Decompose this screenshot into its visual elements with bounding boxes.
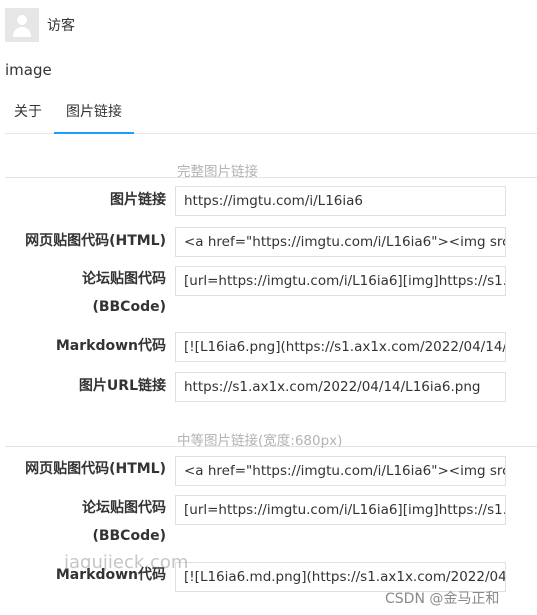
tab-bar: 关于 图片链接	[5, 96, 537, 134]
username: 访客	[47, 18, 75, 34]
image-url-field[interactable]: https://s1.ax1x.com/2022/04/14/L16ia6.pn…	[175, 372, 506, 402]
html-code-medium-field[interactable]: <a href="https://imgtu.com/i/L16ia6"><im…	[175, 456, 506, 486]
html-code-field[interactable]: <a href="https://imgtu.com/i/L16ia6"><im…	[175, 227, 506, 257]
label-bbcode-line2: (BBCode)	[92, 299, 166, 315]
label-html-code: 网页贴图代码(HTML)	[25, 233, 166, 249]
tab-about[interactable]: 关于	[5, 96, 51, 132]
bbcode-medium-field[interactable]: [url=https://imgtu.com/i/L16ia6][img]htt…	[175, 495, 506, 525]
user-info: 访客	[5, 8, 75, 42]
label-bbcode-medium: 论坛贴图代码 (BBCode)	[5, 494, 166, 550]
bbcode-field[interactable]: [url=https://imgtu.com/i/L16ia6][img]htt…	[175, 266, 506, 296]
image-link-field[interactable]: https://imgtu.com/i/L16ia6	[175, 186, 506, 216]
section-title-full: 完整图片链接	[177, 164, 258, 180]
watermark-overlay: jaqujieck.com	[64, 552, 189, 573]
label-bbcode-line1: 论坛贴图代码	[82, 271, 166, 287]
user-icon	[5, 8, 39, 42]
section-divider: 中等图片链接(宽度:680px)	[5, 429, 537, 449]
label-bbcode-medium-line1: 论坛贴图代码	[82, 500, 166, 516]
image-title: image	[5, 61, 52, 79]
label-image-link: 图片链接	[110, 192, 166, 208]
markdown-field[interactable]: [![L16ia6.png](https://s1.ax1x.com/2022/…	[175, 332, 506, 362]
label-bbcode-medium-line2: (BBCode)	[92, 528, 166, 544]
tab-image-links[interactable]: 图片链接	[54, 96, 134, 134]
label-html-code-medium: 网页贴图代码(HTML)	[25, 461, 166, 477]
label-image-url: 图片URL链接	[78, 378, 166, 394]
label-bbcode: 论坛贴图代码 (BBCode)	[5, 265, 166, 321]
label-markdown: Markdown代码	[55, 338, 166, 354]
section-title-medium: 中等图片链接(宽度:680px)	[177, 433, 343, 449]
watermark: CSDN @金马正和	[385, 591, 500, 607]
section-divider: 完整图片链接	[5, 160, 537, 180]
